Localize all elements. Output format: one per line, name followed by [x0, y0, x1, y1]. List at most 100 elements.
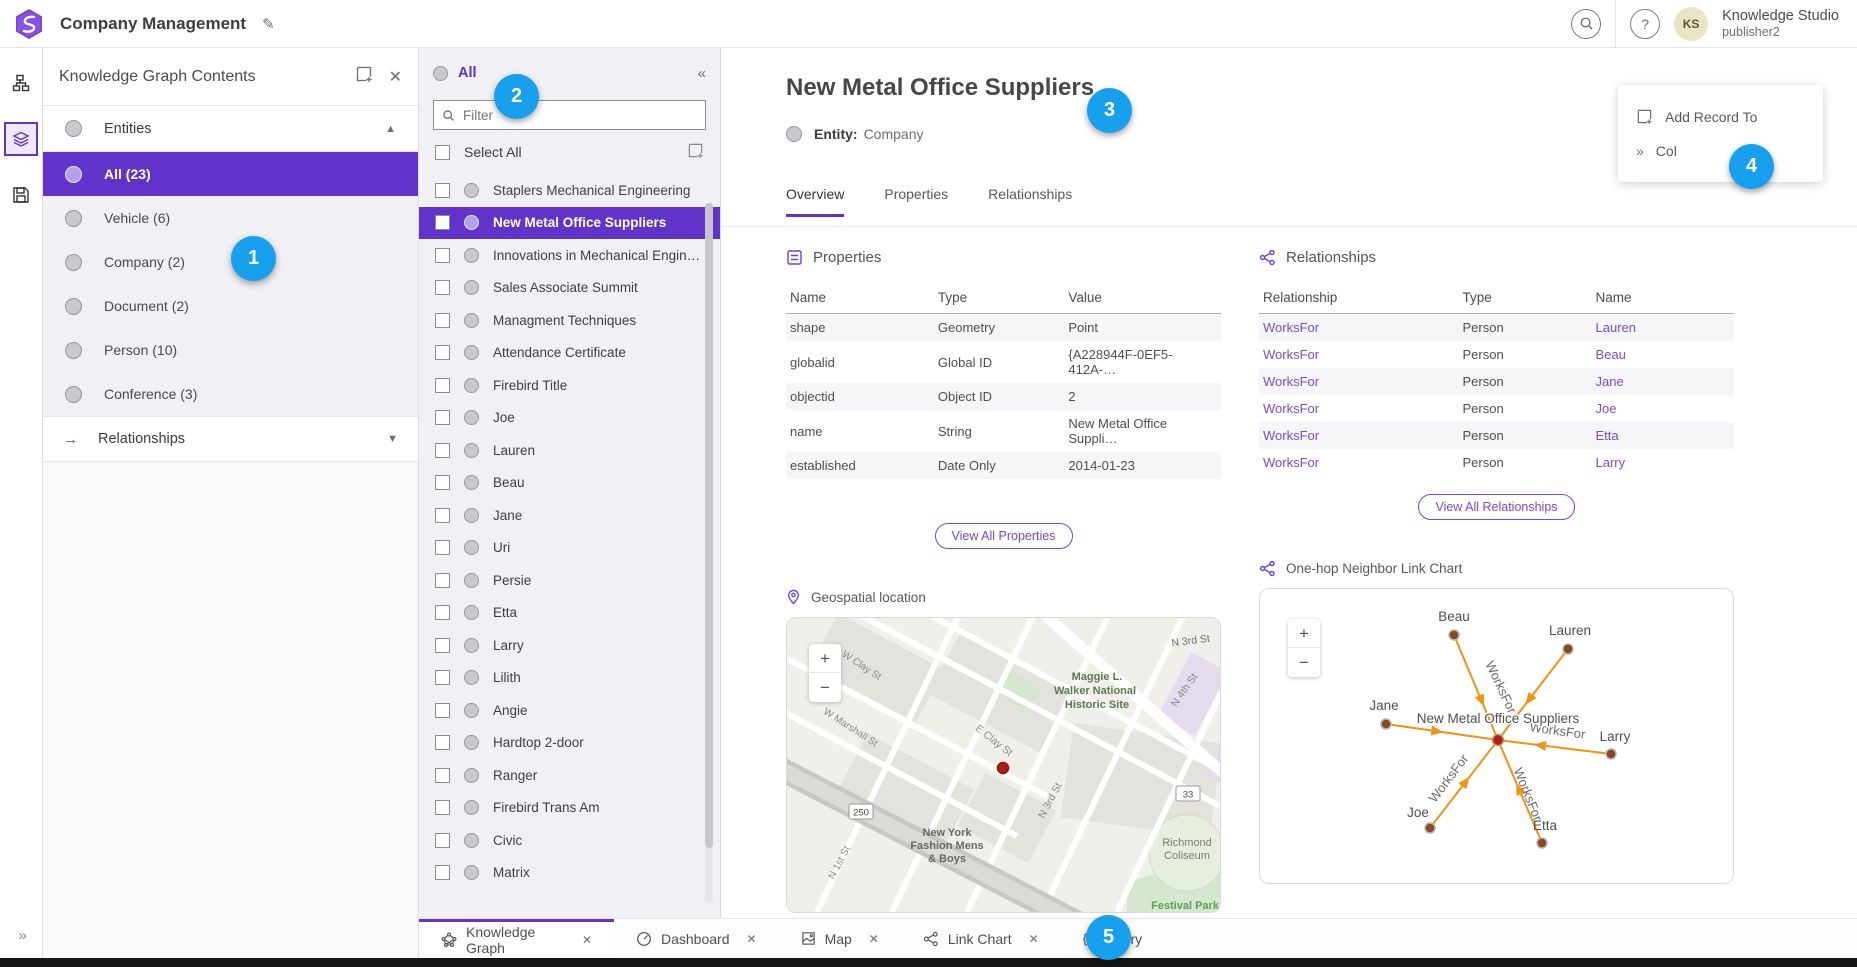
zoom-out-button[interactable]: − — [1288, 648, 1320, 677]
record-checkbox[interactable] — [435, 508, 450, 523]
record-row[interactable]: Innovations in Mechanical Engin… — [419, 239, 720, 272]
record-checkbox[interactable] — [435, 703, 450, 718]
filter-field[interactable] — [433, 100, 706, 130]
entity-type-row[interactable]: Person (10) — [43, 328, 418, 372]
record-row[interactable]: Firebird Title — [419, 369, 720, 402]
record-checkbox[interactable] — [435, 605, 450, 620]
record-row[interactable]: Lilith — [419, 662, 720, 695]
record-checkbox[interactable] — [435, 313, 450, 328]
save-icon[interactable] — [4, 178, 38, 212]
collapse-panel-icon[interactable]: « — [698, 65, 706, 82]
record-row[interactable]: Lauren — [419, 434, 720, 467]
relationship-link[interactable]: WorksFor — [1259, 314, 1459, 342]
entity-type-row[interactable]: Vehicle (6) — [43, 196, 418, 240]
record-row[interactable]: Etta — [419, 597, 720, 630]
tab-properties[interactable]: Properties — [884, 186, 948, 217]
tab-link-chart[interactable]: Link Chart ✕ — [901, 919, 1061, 958]
zoom-out-button[interactable]: − — [809, 673, 841, 702]
record-row[interactable]: Jane — [419, 499, 720, 532]
record-checkbox[interactable] — [435, 670, 450, 685]
scrollbar-thumb[interactable] — [705, 203, 713, 848]
record-row[interactable]: Persie — [419, 564, 720, 597]
tab-relationships[interactable]: Relationships — [988, 186, 1072, 217]
close-panel-icon[interactable]: ✕ — [389, 67, 402, 87]
record-row[interactable]: Attendance Certificate — [419, 337, 720, 370]
relationship-name-link[interactable]: Jane — [1592, 368, 1735, 395]
record-checkbox[interactable] — [435, 735, 450, 750]
close-tab-icon[interactable]: ✕ — [582, 933, 592, 947]
record-checkbox[interactable] — [435, 475, 450, 490]
map-canvas[interactable]: N 3rd StW Clay StW Marshall StE Clay StN… — [787, 618, 1220, 912]
zoom-in-button[interactable]: + — [1288, 619, 1320, 648]
menu-item-collapse[interactable]: » Col — [1618, 134, 1823, 168]
relationship-name-link[interactable]: Joe — [1592, 395, 1735, 422]
record-list-scrollbar[interactable] — [705, 203, 713, 903]
record-row[interactable]: Sales Associate Summit — [419, 272, 720, 305]
relationship-name-link[interactable]: Lauren — [1592, 314, 1735, 342]
close-tab-icon[interactable]: ✕ — [747, 932, 757, 946]
tab-overview[interactable]: Overview — [786, 186, 844, 217]
relationship-name-link[interactable]: Etta — [1592, 422, 1735, 449]
record-checkbox[interactable] — [435, 345, 450, 360]
record-checkbox[interactable] — [435, 215, 450, 230]
relationship-link[interactable]: WorksFor — [1259, 341, 1459, 368]
record-row[interactable]: Joe — [419, 402, 720, 435]
relationship-link[interactable]: WorksFor — [1259, 368, 1459, 395]
tab-dashboard[interactable]: Dashboard ✕ — [614, 919, 779, 958]
tab-map[interactable]: Map ✕ — [779, 919, 901, 958]
record-row[interactable]: Matrix — [419, 857, 720, 890]
menu-item-add-record-to[interactable]: Add Record To — [1618, 99, 1823, 134]
record-checkbox[interactable] — [435, 280, 450, 295]
relationship-link[interactable]: WorksFor — [1259, 422, 1459, 449]
record-checkbox[interactable] — [435, 800, 450, 815]
entity-type-row[interactable]: Conference (3) — [43, 372, 418, 416]
edit-title-icon[interactable]: ✎ — [262, 15, 275, 33]
record-checkbox[interactable] — [435, 768, 450, 783]
record-row[interactable]: Staplers Mechanical Engineering — [419, 174, 720, 207]
record-checkbox[interactable] — [435, 865, 450, 880]
hierarchy-icon[interactable] — [4, 66, 38, 100]
record-row[interactable]: Ranger — [419, 759, 720, 792]
record-row[interactable]: Managment Techniques — [419, 304, 720, 337]
record-checkbox[interactable] — [435, 573, 450, 588]
record-checkbox[interactable] — [435, 540, 450, 555]
add-record-icon[interactable] — [355, 65, 373, 88]
entity-type-row[interactable]: All (23) — [43, 152, 418, 196]
one-hop-link-chart[interactable]: + − WorksForWorksForWorksForWorksForBeau… — [1259, 588, 1734, 884]
tab-knowledge-graph[interactable]: Knowledge Graph ✕ — [419, 919, 614, 958]
view-all-properties-button[interactable]: View All Properties — [935, 523, 1073, 549]
record-row[interactable]: Firebird Trans Am — [419, 792, 720, 825]
record-row[interactable]: Beau — [419, 467, 720, 500]
close-tab-icon[interactable]: ✕ — [869, 932, 879, 946]
select-all-checkbox[interactable] — [435, 145, 450, 160]
close-tab-icon[interactable]: ✕ — [1029, 932, 1039, 946]
record-checkbox[interactable] — [435, 638, 450, 653]
record-checkbox[interactable] — [435, 833, 450, 848]
record-row[interactable]: New Metal Office Suppliers — [419, 207, 720, 240]
relationship-link[interactable]: WorksFor — [1259, 449, 1459, 476]
record-checkbox[interactable] — [435, 443, 450, 458]
record-checkbox[interactable] — [435, 410, 450, 425]
zoom-in-button[interactable]: + — [809, 644, 841, 673]
avatar[interactable]: KS — [1674, 7, 1708, 41]
record-checkbox[interactable] — [435, 183, 450, 198]
record-row[interactable]: Angie — [419, 694, 720, 727]
search-button[interactable] — [1571, 9, 1601, 39]
relationship-name-link[interactable]: Larry — [1592, 449, 1735, 476]
relationship-link[interactable]: WorksFor — [1259, 395, 1459, 422]
entity-type-row[interactable]: Document (2) — [43, 284, 418, 328]
record-checkbox[interactable] — [435, 248, 450, 263]
expand-panel-icon[interactable]: » — [0, 927, 43, 944]
help-button[interactable]: ? — [1630, 9, 1660, 39]
record-checkbox[interactable] — [435, 378, 450, 393]
record-row[interactable]: Larry — [419, 629, 720, 662]
record-row[interactable]: Hardtop 2-door — [419, 727, 720, 760]
link-chart-canvas[interactable]: WorksForWorksForWorksForWorksForBeauLaur… — [1260, 589, 1733, 883]
layers-icon[interactable] — [4, 122, 38, 156]
entities-header[interactable]: Entities ▲ — [43, 106, 418, 152]
geospatial-map[interactable]: + − — [786, 617, 1221, 913]
record-row[interactable]: Civic — [419, 824, 720, 857]
add-record-icon[interactable] — [687, 142, 704, 162]
relationships-header[interactable]: → Relationships ▼ — [43, 416, 418, 462]
user-block[interactable]: Knowledge Studio publisher2 — [1722, 8, 1839, 39]
